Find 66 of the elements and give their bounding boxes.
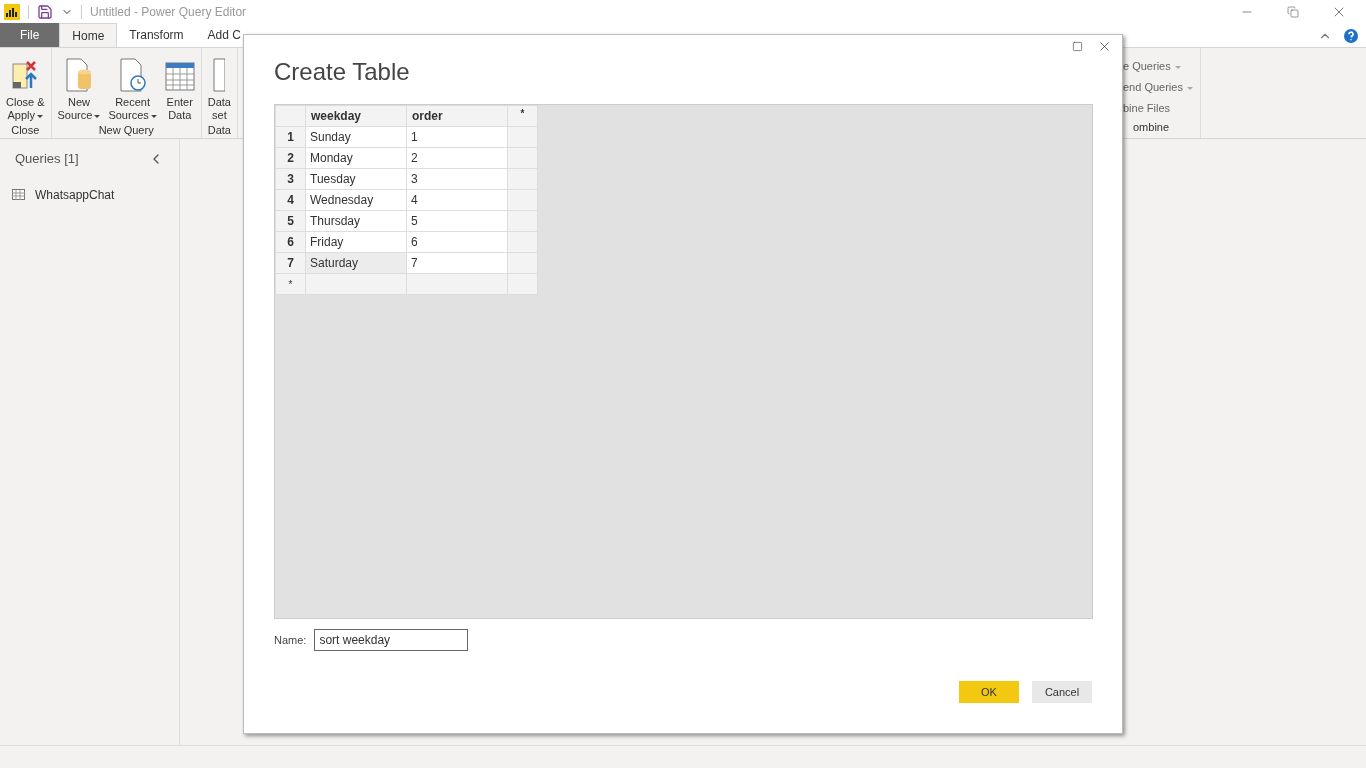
separator (81, 4, 82, 19)
pane-title: Queries [1] (15, 150, 79, 168)
table-cell[interactable]: 2 (406, 147, 508, 169)
file-tab[interactable]: File (0, 23, 60, 47)
app-logo-icon (4, 3, 20, 20)
table-icon (12, 189, 25, 200)
row-number: 1 (275, 126, 306, 148)
save-icon[interactable] (37, 3, 53, 20)
group-label: Data (206, 123, 232, 138)
ribbon-button[interactable]: New Source (55, 52, 103, 122)
ribbon-button[interactable]: Recent Sources (106, 52, 159, 122)
table-cell[interactable]: 5 (406, 210, 508, 232)
table-cell[interactable]: Tuesday (305, 168, 407, 190)
table-cell[interactable]: 1 (406, 126, 508, 148)
name-label: Name: (274, 632, 307, 648)
table-cell[interactable]: Monday (305, 147, 407, 169)
dialog-title: Create Table (274, 57, 411, 87)
ribbon-tab[interactable]: Home (59, 23, 118, 47)
table-icon (164, 62, 195, 92)
table-cell[interactable]: 3 (406, 168, 508, 190)
row-number: 6 (275, 231, 306, 253)
document-database-icon (63, 58, 94, 92)
ribbon-tab[interactable]: Add C (195, 23, 253, 47)
dropdown-caret-icon (1186, 86, 1193, 90)
group-label: New Query (97, 123, 155, 138)
table-cell[interactable]: 6 (406, 231, 508, 253)
table-cell[interactable]: Friday (305, 231, 407, 253)
row-number: 7 (275, 252, 306, 274)
add-column-header[interactable]: * (507, 105, 538, 127)
cancel-button[interactable]: Cancel (1032, 681, 1092, 703)
dropdown-caret-icon (94, 114, 101, 118)
column-header[interactable]: order (406, 105, 508, 127)
table-cell[interactable]: Thursday (305, 210, 407, 232)
document-clock-icon (117, 58, 148, 92)
group-label: ombine (1132, 119, 1171, 135)
row-number: 4 (275, 189, 306, 211)
table-cell[interactable]: 4 (406, 189, 508, 211)
ribbon-button[interactable]: end Queries (1123, 76, 1200, 98)
document-icon (213, 58, 226, 92)
ribbon-tab[interactable]: Transform (117, 23, 196, 47)
table-cell[interactable]: Sunday (305, 126, 407, 148)
dropdown-caret-icon (150, 114, 157, 118)
row-number: 3 (275, 168, 306, 190)
ribbon-button[interactable]: e Queries (1123, 56, 1200, 77)
row-number: 5 (275, 210, 306, 232)
ribbon-button[interactable]: Close & Apply (4, 52, 47, 122)
restore-icon[interactable] (1287, 5, 1299, 18)
close-icon[interactable] (1097, 39, 1112, 54)
dropdown-caret-icon (1174, 65, 1181, 69)
window-title: Untitled - Power Query Editor (90, 3, 247, 21)
separator (28, 4, 29, 19)
group-label: Close (10, 123, 41, 138)
ok-button[interactable]: OK (959, 681, 1019, 703)
new-row-marker: * (275, 273, 306, 295)
name-field[interactable]: sort weekday (314, 629, 469, 651)
ribbon-button[interactable]: Data set (205, 52, 233, 122)
row-number: 2 (275, 147, 306, 169)
ribbon-button[interactable]: bine Files (1123, 97, 1200, 119)
help-icon[interactable] (1344, 29, 1358, 43)
table-cell[interactable]: 7 (406, 252, 508, 274)
ribbon-button[interactable]: Enter Data (162, 52, 197, 122)
column-header[interactable]: weekday (305, 105, 407, 127)
query-item[interactable]: WhatsappChat (0, 183, 179, 206)
table-cell[interactable]: Wednesday (305, 189, 407, 211)
dropdown-caret-icon (37, 114, 44, 118)
maximize-icon[interactable] (1072, 41, 1083, 52)
